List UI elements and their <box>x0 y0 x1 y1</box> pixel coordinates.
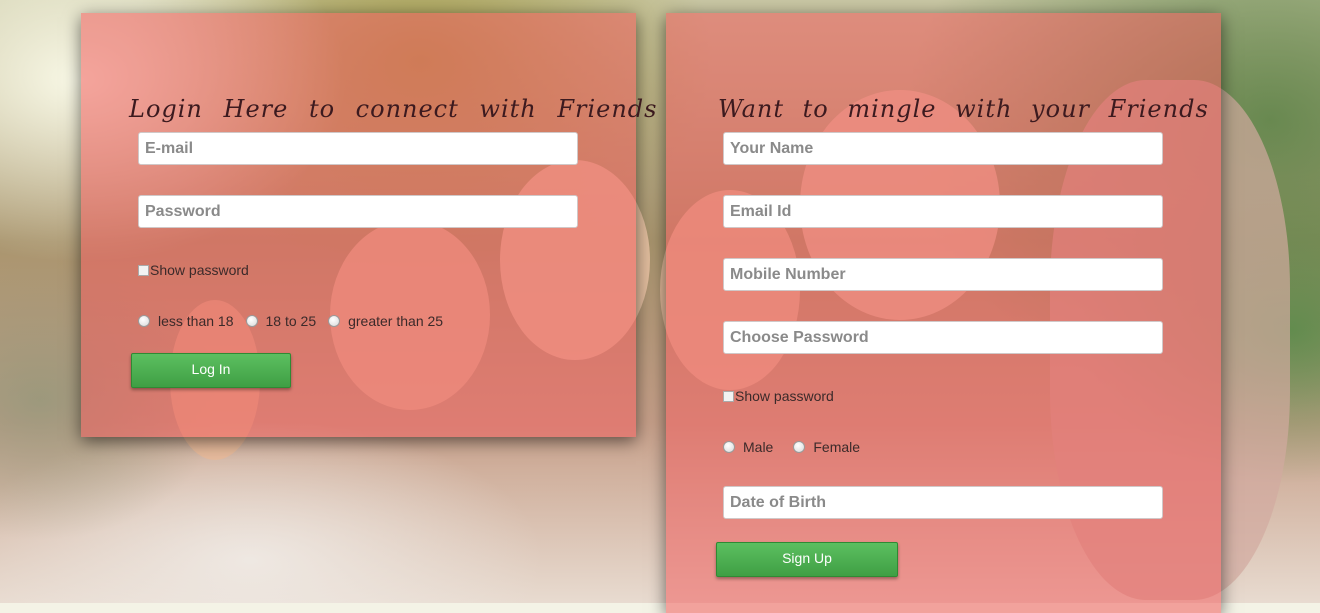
login-show-password[interactable]: Show password <box>138 262 249 278</box>
login-password-input[interactable] <box>138 195 578 228</box>
age-option-label: 18 to 25 <box>265 313 317 329</box>
signup-dob-input[interactable] <box>723 486 1163 519</box>
gender-option-female[interactable]: Female <box>793 439 860 455</box>
login-age-group: less than 18 18 to 25 greater than 25 <box>138 313 455 329</box>
signup-mobile-input[interactable] <box>723 258 1163 291</box>
radio-icon[interactable] <box>245 315 258 327</box>
show-password-label: Show password <box>150 262 249 278</box>
age-option-less-than-18[interactable]: less than 18 <box>138 313 234 329</box>
signup-password-input[interactable] <box>723 321 1163 354</box>
radio-icon[interactable] <box>723 441 735 453</box>
signup-button[interactable]: Sign Up <box>716 542 898 577</box>
age-option-greater-than-25[interactable]: greater than 25 <box>328 313 443 329</box>
show-password-label: Show password <box>735 388 834 404</box>
age-option-label: greater than 25 <box>348 313 444 329</box>
gender-option-label: Female <box>813 439 861 455</box>
radio-icon[interactable] <box>138 315 150 327</box>
signup-gender-group: Male Female <box>723 439 872 455</box>
show-password-checkbox[interactable] <box>723 390 734 402</box>
radio-icon[interactable] <box>328 315 341 327</box>
age-option-label: less than 18 <box>158 313 234 329</box>
radio-icon[interactable] <box>793 441 806 453</box>
gender-option-male[interactable]: Male <box>723 439 773 455</box>
show-password-checkbox[interactable] <box>138 264 149 276</box>
login-email-input[interactable] <box>138 132 578 165</box>
login-panel: Login Here to connect with Friends Show … <box>81 13 656 437</box>
login-button[interactable]: Log In <box>131 353 291 388</box>
signup-email-input[interactable] <box>723 195 1163 228</box>
signup-panel: Want to mingle with your Friends Show pa… <box>666 13 1221 613</box>
signup-show-password[interactable]: Show password <box>723 388 834 404</box>
gender-option-label: Male <box>743 439 774 455</box>
age-option-18-to-25[interactable]: 18 to 25 <box>245 313 317 329</box>
signup-title: Want to mingle with your Friends <box>718 95 1209 123</box>
login-title: Login Here to connect with Friends <box>129 95 658 123</box>
signup-name-input[interactable] <box>723 132 1163 165</box>
